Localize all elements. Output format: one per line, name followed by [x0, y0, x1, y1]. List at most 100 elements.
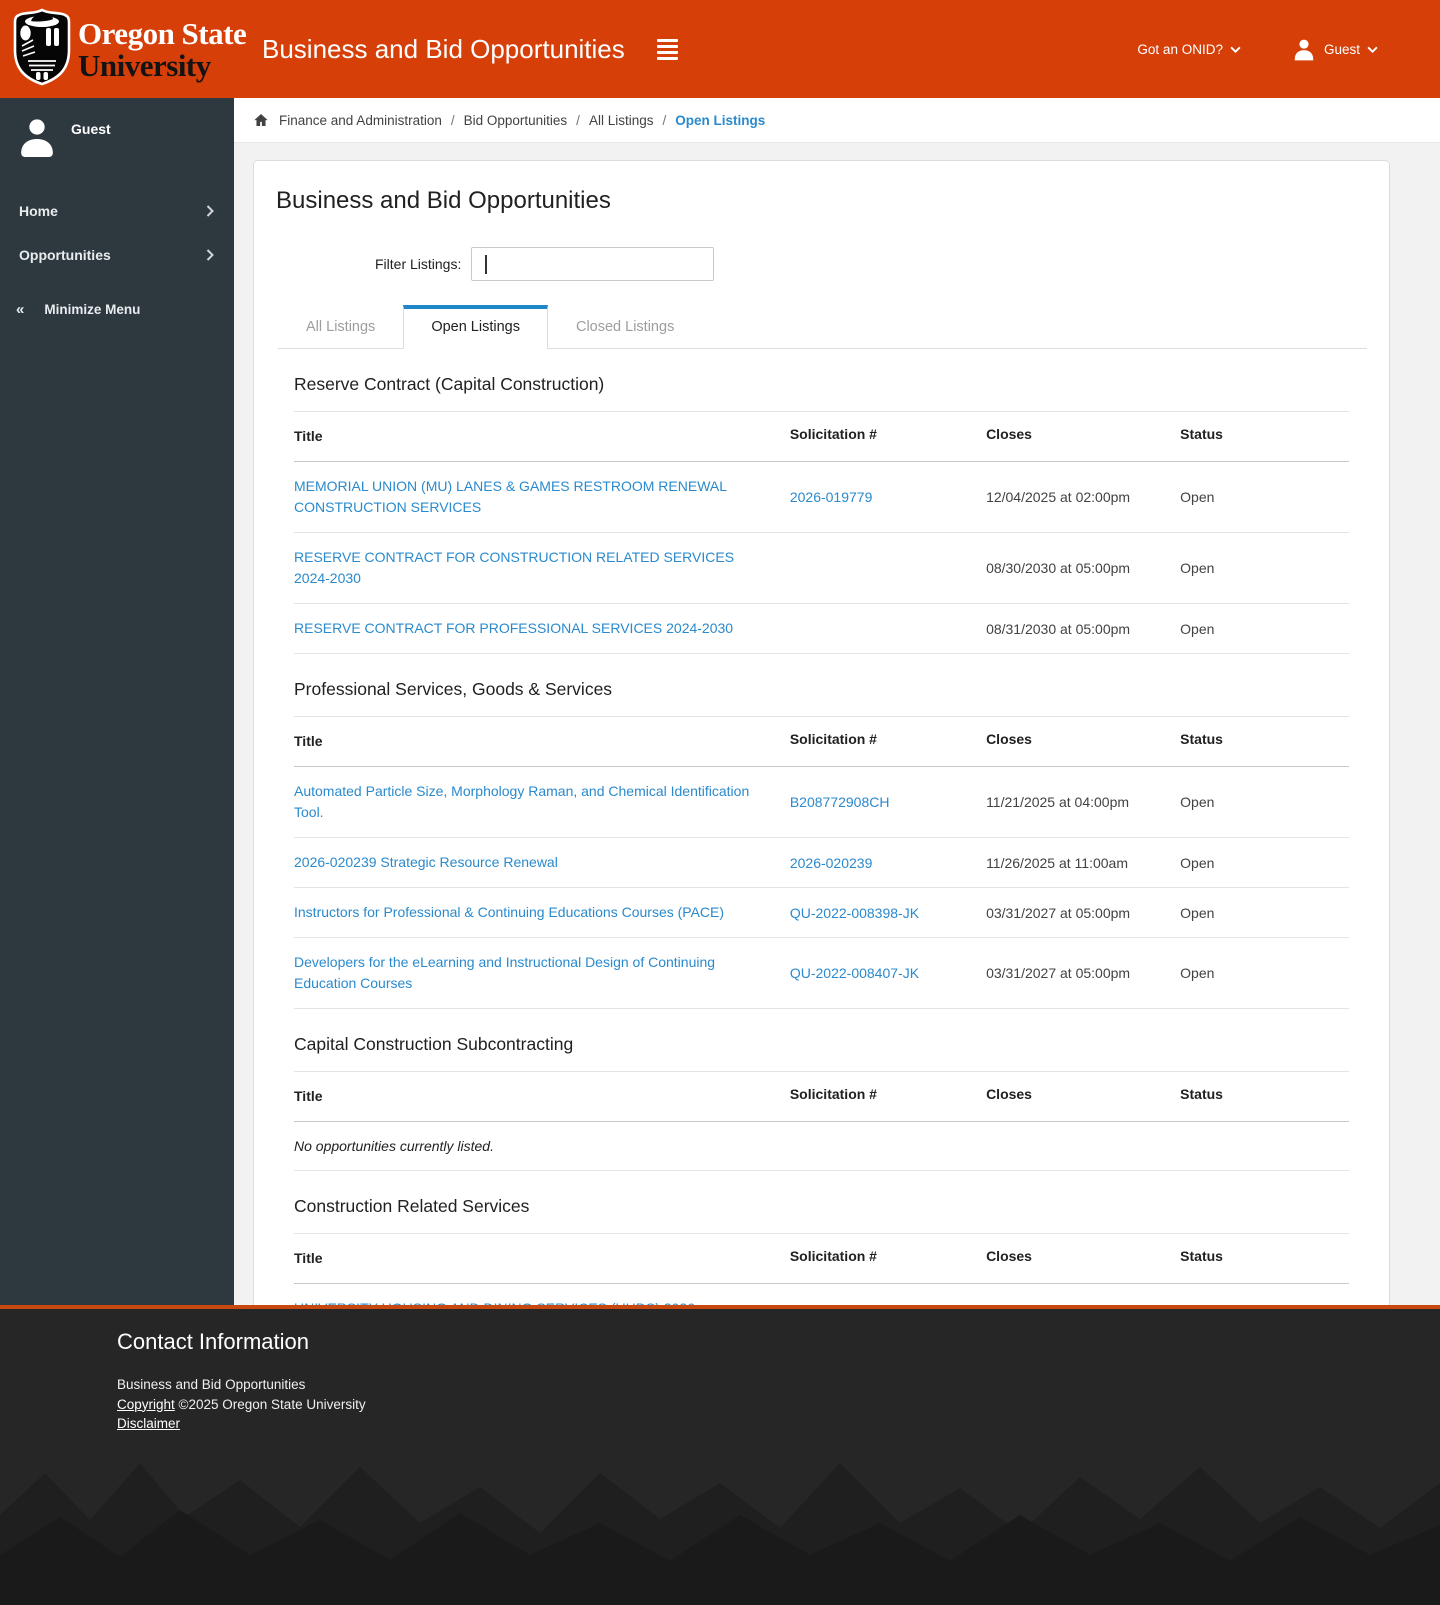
- chevron-down-icon: [1230, 46, 1241, 53]
- table-row: Developers for the eLearning and Instruc…: [294, 938, 1349, 1009]
- sidebar-nav: Home Opportunities: [0, 189, 234, 277]
- logo-oregon-state: Oregon State: [78, 15, 247, 51]
- table-row: Instructors for Professional & Continuin…: [294, 888, 1349, 938]
- breadcrumb-separator: /: [576, 112, 580, 128]
- disclaimer-link[interactable]: Disclaimer: [117, 1416, 180, 1431]
- listing-title-link[interactable]: 2026-020239 Strategic Resource Renewal: [294, 854, 558, 870]
- copyright-link[interactable]: Copyright: [117, 1397, 175, 1412]
- listing-title-link[interactable]: Instructors for Professional & Continuin…: [294, 904, 724, 920]
- sidebar-item-home[interactable]: Home: [0, 189, 234, 233]
- title-cell: 2026-020239 Strategic Resource Renewal: [294, 852, 790, 873]
- section-heading: Professional Services, Goods & Services: [294, 679, 613, 699]
- tab-open-listings[interactable]: Open Listings: [403, 305, 548, 349]
- title-cell: Developers for the eLearning and Instruc…: [294, 952, 790, 994]
- column-header-title: Title: [294, 733, 323, 749]
- solicitation-cell: 2026-020239: [790, 855, 986, 871]
- osu-crest-icon: [13, 8, 71, 91]
- section-heading: Capital Construction Subcontracting: [294, 1034, 574, 1054]
- user-dropdown[interactable]: Guest: [1291, 36, 1378, 62]
- footer-disclaimer-line: Disclaimer: [117, 1414, 1440, 1434]
- column-header-solicitation: Solicitation #: [789, 1086, 877, 1102]
- solicitation-link[interactable]: B208772908CH: [790, 794, 890, 810]
- status-value: Open: [1180, 794, 1215, 810]
- closes-cell: 12/04/2025 at 02:00pm: [986, 489, 1180, 505]
- breadcrumb-link-finance-and-administration[interactable]: Finance and Administration: [279, 113, 442, 128]
- status-value: Open: [1180, 904, 1215, 921]
- title-cell: MEMORIAL UNION (MU) LANES & GAMES RESTRO…: [294, 476, 790, 518]
- table-row: 2026-020239 Strategic Resource Renewal 20…: [294, 838, 1349, 888]
- solicitation-link[interactable]: QU-2022-008398-JK: [790, 905, 919, 921]
- table-row: RESERVE CONTRACT FOR CONSTRUCTION RELATE…: [294, 533, 1349, 604]
- double-chevron-left-icon: «: [16, 301, 25, 318]
- status-cell: Open: [1180, 794, 1349, 810]
- breadcrumb-current: Open Listings: [675, 112, 766, 128]
- breadcrumb-separator: /: [450, 112, 455, 128]
- column-header-solicitation: Solicitation #: [789, 731, 877, 747]
- sidebar: Guest Home Opportunities « Minimize Menu: [0, 98, 234, 1305]
- column-header-title: Title: [294, 1088, 323, 1104]
- listing-title-link[interactable]: Automated Particle Size, Morphology Rama…: [294, 783, 749, 820]
- column-header-closes: Closes: [986, 731, 1032, 747]
- solicitation-link[interactable]: 2026-019779: [790, 489, 873, 505]
- closes-value: 12/04/2025 at 02:00pm: [986, 489, 1131, 505]
- hamburger-icon[interactable]: [651, 33, 684, 66]
- status-cell: Open: [1180, 621, 1349, 637]
- osu-logo[interactable]: Oregon State University: [0, 8, 252, 91]
- person-icon: [21, 119, 53, 157]
- status-cell: Open: [1180, 489, 1349, 505]
- main-content: Business and Bid Opportunities Filter Li…: [234, 143, 1440, 1373]
- closes-value: 08/30/2030 at 05:00pm: [986, 560, 1131, 576]
- listing-title-link[interactable]: Developers for the eLearning and Instruc…: [294, 954, 715, 991]
- breadcrumb-link-all-listings[interactable]: All Listings: [589, 113, 654, 128]
- breadcrumb: Finance and Administration / Bid Opportuni…: [234, 98, 1440, 143]
- home-icon[interactable]: [253, 112, 269, 128]
- table-header-row: Title Solicitation # Closes Status: [294, 1233, 1349, 1284]
- section-reserve-contract-capital-construction: Reserve Contract (Capital Construction) T…: [294, 374, 1349, 654]
- app-title: Business and Bid Opportunities: [262, 33, 625, 64]
- tab-all-listings[interactable]: All Listings: [278, 305, 403, 348]
- sidebar-item-opportunities[interactable]: Opportunities: [0, 233, 234, 277]
- table-row: Automated Particle Size, Morphology Rama…: [294, 767, 1349, 838]
- minimize-menu-button[interactable]: « Minimize Menu: [0, 301, 234, 318]
- table-header-row: Title Solicitation # Closes Status: [294, 411, 1349, 462]
- osu-wordmark: Oregon State University: [78, 15, 247, 83]
- solicitation-link[interactable]: QU-2022-008407-JK: [790, 965, 919, 981]
- solicitation-link[interactable]: 2026-020239: [790, 855, 873, 871]
- onid-dropdown[interactable]: Got an ONID?: [1137, 42, 1241, 57]
- section-capital-construction-subcontracting: Capital Construction Subcontracting Title…: [294, 1034, 1349, 1171]
- status-value: Open: [1180, 965, 1215, 981]
- solicitation-cell: 2026-019779: [790, 489, 986, 505]
- status-value: Open: [1180, 854, 1215, 871]
- listing-title-link[interactable]: MEMORIAL UNION (MU) LANES & GAMES RESTRO…: [294, 478, 727, 515]
- logo-university: University: [78, 47, 211, 83]
- solicitation-cell: QU-2022-008407-JK: [790, 965, 986, 981]
- filter-label: Filter Listings:: [375, 256, 462, 272]
- sidebar-user: Guest: [0, 98, 234, 161]
- table-header-row: Title Solicitation # Closes Status: [294, 1071, 1349, 1122]
- chevron-right-icon: [206, 205, 214, 217]
- minimize-menu-label: Minimize Menu: [44, 302, 141, 317]
- column-header-title: Title: [294, 1250, 323, 1266]
- footer-content: Contact Information Business and Bid Opp…: [0, 1309, 1440, 1434]
- closes-value: 08/31/2030 at 05:00pm: [986, 620, 1131, 637]
- footer-copyright-line: Copyright ©2025 Oregon State University: [117, 1395, 1440, 1415]
- copyright-text: ©2025 Oregon State University: [178, 1396, 366, 1412]
- table-row: RESERVE CONTRACT FOR PROFESSIONAL SERVIC…: [294, 604, 1349, 654]
- header-right: Got an ONID? Guest: [1137, 36, 1440, 62]
- column-header-solicitation: Solicitation #: [789, 1248, 877, 1264]
- closes-cell: 08/30/2030 at 05:00pm: [986, 560, 1180, 576]
- column-header-status: Status: [1180, 731, 1223, 747]
- listing-title-link[interactable]: RESERVE CONTRACT FOR CONSTRUCTION RELATE…: [294, 549, 734, 586]
- column-header-status: Status: [1180, 426, 1223, 442]
- title-cell: RESERVE CONTRACT FOR PROFESSIONAL SERVIC…: [294, 618, 790, 639]
- breadcrumb-separator: /: [662, 112, 667, 128]
- listing-sections: Reserve Contract (Capital Construction) T…: [254, 374, 1389, 1354]
- filter-input[interactable]: [471, 247, 715, 281]
- input-caret: [485, 255, 487, 274]
- breadcrumb-link-bid-opportunities[interactable]: Bid Opportunities: [464, 113, 568, 128]
- column-header-closes: Closes: [986, 426, 1032, 442]
- title-cell: Automated Particle Size, Morphology Rama…: [294, 781, 790, 823]
- listing-title-link[interactable]: RESERVE CONTRACT FOR PROFESSIONAL SERVIC…: [294, 620, 733, 636]
- tab-closed-listings[interactable]: Closed Listings: [548, 305, 702, 348]
- title-cell: Instructors for Professional & Continuin…: [294, 902, 790, 923]
